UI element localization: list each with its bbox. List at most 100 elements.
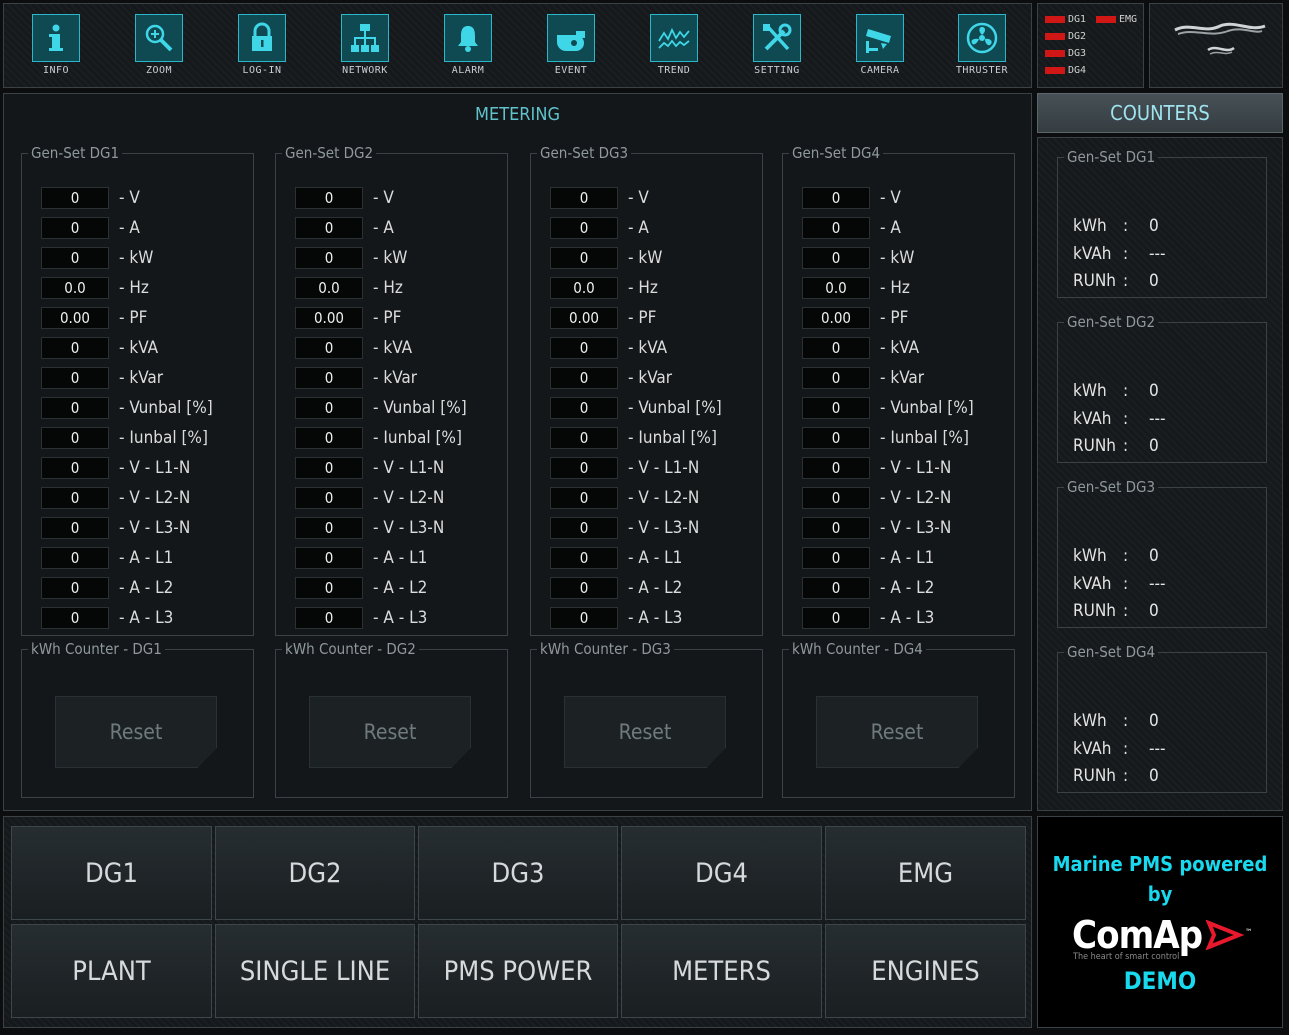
kwh-counter-dg4-group: kWh Counter - DG4 Reset [782, 640, 1015, 798]
nav-single-line-button[interactable]: SINGLE LINE [215, 924, 415, 1018]
counter-kwh-row: kWh:0 [1073, 381, 1159, 401]
status-label: DG4 [1068, 65, 1087, 76]
counter-label: kVAh [1073, 409, 1112, 429]
counter-kvah-row: kVAh: --- [1073, 244, 1166, 264]
toolbar-label: CAMERA [860, 65, 900, 76]
meter-unit: - A - L1 [628, 548, 683, 568]
brand-line2: by [1147, 882, 1173, 906]
meter-unit: - V - L1-N [880, 458, 952, 478]
fan-icon [958, 14, 1006, 62]
reset-button[interactable]: Reset [309, 696, 471, 768]
status-led [1045, 16, 1065, 23]
event-button[interactable]: EVENT [531, 14, 611, 76]
meter-unit: - kVA [880, 338, 920, 358]
counter-runh-row: RUNh:0 [1073, 766, 1159, 786]
meter-unit: - kW [628, 248, 663, 268]
reset-button[interactable]: Reset [564, 696, 726, 768]
network-button[interactable]: NETWORK [325, 14, 405, 76]
counter-value: 0 [1149, 381, 1159, 401]
meter-unit: - V [880, 188, 901, 208]
meter-unit: - V - L1-N [119, 458, 191, 478]
info-button[interactable]: INFO [16, 14, 96, 76]
colon: : [1123, 244, 1129, 264]
meter-value: 0 [41, 427, 109, 449]
meter-unit: - kW [119, 248, 154, 268]
nav-dg1-button[interactable]: DG1 [11, 826, 212, 920]
trademark: ™ [1245, 927, 1252, 937]
meter-row: 0 - A - L1 [550, 546, 682, 570]
meter-row: 0.0 - Hz [41, 276, 149, 300]
nav-emg-button[interactable]: EMG [825, 826, 1026, 920]
meter-unit: - kVar [880, 368, 925, 388]
counter-value: 0 [1149, 711, 1159, 731]
nav-meters-button[interactable]: METERS [621, 924, 822, 1018]
trend-button[interactable]: TREND [634, 14, 714, 76]
meter-row: 0 - A [295, 216, 394, 240]
login-button[interactable]: LOG-IN [222, 14, 302, 76]
reset-button[interactable]: Reset [55, 696, 217, 768]
counter-label: RUNh [1073, 601, 1116, 621]
meter-row: 0 - V - L3-N [41, 516, 190, 540]
colon: : [1123, 574, 1129, 594]
meter-value: 0 [802, 607, 870, 629]
kwh-counter-title: kWh Counter - DG3 [540, 640, 671, 658]
meter-value: 0 [295, 517, 363, 539]
comap-logo: ComAp ™ [1072, 913, 1252, 957]
status-led [1045, 67, 1065, 74]
meter-value: 0.00 [41, 307, 109, 329]
nav-plant-button[interactable]: PLANT [11, 924, 212, 1018]
kwh-counter-title: kWh Counter - DG1 [31, 640, 162, 658]
meter-row: 0.0 - Hz [550, 276, 658, 300]
counters-panel: Gen-Set DG1 kWh:0 kVAh: --- RUNh:0 Gen-Se… [1037, 137, 1283, 811]
meter-value: 0 [295, 487, 363, 509]
meter-row: 0 - Vunbal [%] [41, 396, 213, 420]
meter-unit: - A [373, 218, 394, 238]
kwh-counter-title: kWh Counter - DG2 [285, 640, 416, 658]
meter-row: 0 - V - L2-N [550, 486, 699, 510]
nav-dg3-button[interactable]: DG3 [418, 826, 618, 920]
meter-unit: - V - L2-N [880, 488, 952, 508]
meter-row: 0 - V - L2-N [295, 486, 444, 510]
alarm-button[interactable]: ALARM [428, 14, 508, 76]
meter-value: 0.00 [802, 307, 870, 329]
nav-engines-button[interactable]: ENGINES [825, 924, 1026, 1018]
setting-button[interactable]: SETTING [737, 14, 817, 76]
counters-header: COUNTERS [1037, 93, 1283, 133]
counter-label: kWh [1073, 711, 1107, 731]
meter-value: 0 [550, 547, 618, 569]
meter-value: 0 [550, 217, 618, 239]
meter-value: 0 [802, 367, 870, 389]
zoom-button[interactable]: ZOOM [119, 14, 199, 76]
counter-dg2-group: Gen-Set DG2 kWh:0 kVAh: --- RUNh:0 [1057, 313, 1267, 463]
nav-dg2-button[interactable]: DG2 [215, 826, 415, 920]
meter-row: 0.00 - PF [550, 306, 656, 330]
meter-unit: - A [628, 218, 649, 238]
meter-value: 0 [295, 457, 363, 479]
meter-unit: - A - L1 [373, 548, 428, 568]
comap-subtitle: The heart of smart control [1073, 952, 1180, 962]
genset-title: Gen-Set DG4 [792, 144, 881, 162]
meter-value: 0 [550, 457, 618, 479]
genset-dg2-group: Gen-Set DG2 0 - V 0 - A 0 - kW 0.0 - Hz … [275, 144, 508, 636]
meter-unit: - V - L3-N [373, 518, 445, 538]
meter-row: 0 - V [295, 186, 394, 210]
thruster-button[interactable]: THRUSTER [942, 14, 1022, 76]
meter-unit: - Hz [628, 278, 658, 298]
camera-button[interactable]: CAMERA [840, 14, 920, 76]
bell-icon [444, 14, 492, 62]
meter-unit: - kVar [628, 368, 673, 388]
nav-dg4-button[interactable]: DG4 [621, 826, 822, 920]
counter-value: 0 [1149, 436, 1159, 456]
counter-dg4-group: Gen-Set DG4 kWh:0 kVAh: --- RUNh:0 [1057, 643, 1267, 793]
meter-value: 0 [295, 427, 363, 449]
toolbar-label: EVENT [554, 65, 588, 76]
nav-pms-power-button[interactable]: PMS POWER [418, 924, 618, 1018]
meter-value: 0 [550, 247, 618, 269]
meter-row: 0.00 - PF [41, 306, 147, 330]
brand-line1: Marine PMS powered [1052, 852, 1268, 876]
reset-button[interactable]: Reset [816, 696, 978, 768]
meter-value: 0 [295, 247, 363, 269]
meter-unit: - Vunbal [%] [373, 398, 467, 418]
meter-value: 0 [802, 517, 870, 539]
meter-value: 0 [802, 217, 870, 239]
